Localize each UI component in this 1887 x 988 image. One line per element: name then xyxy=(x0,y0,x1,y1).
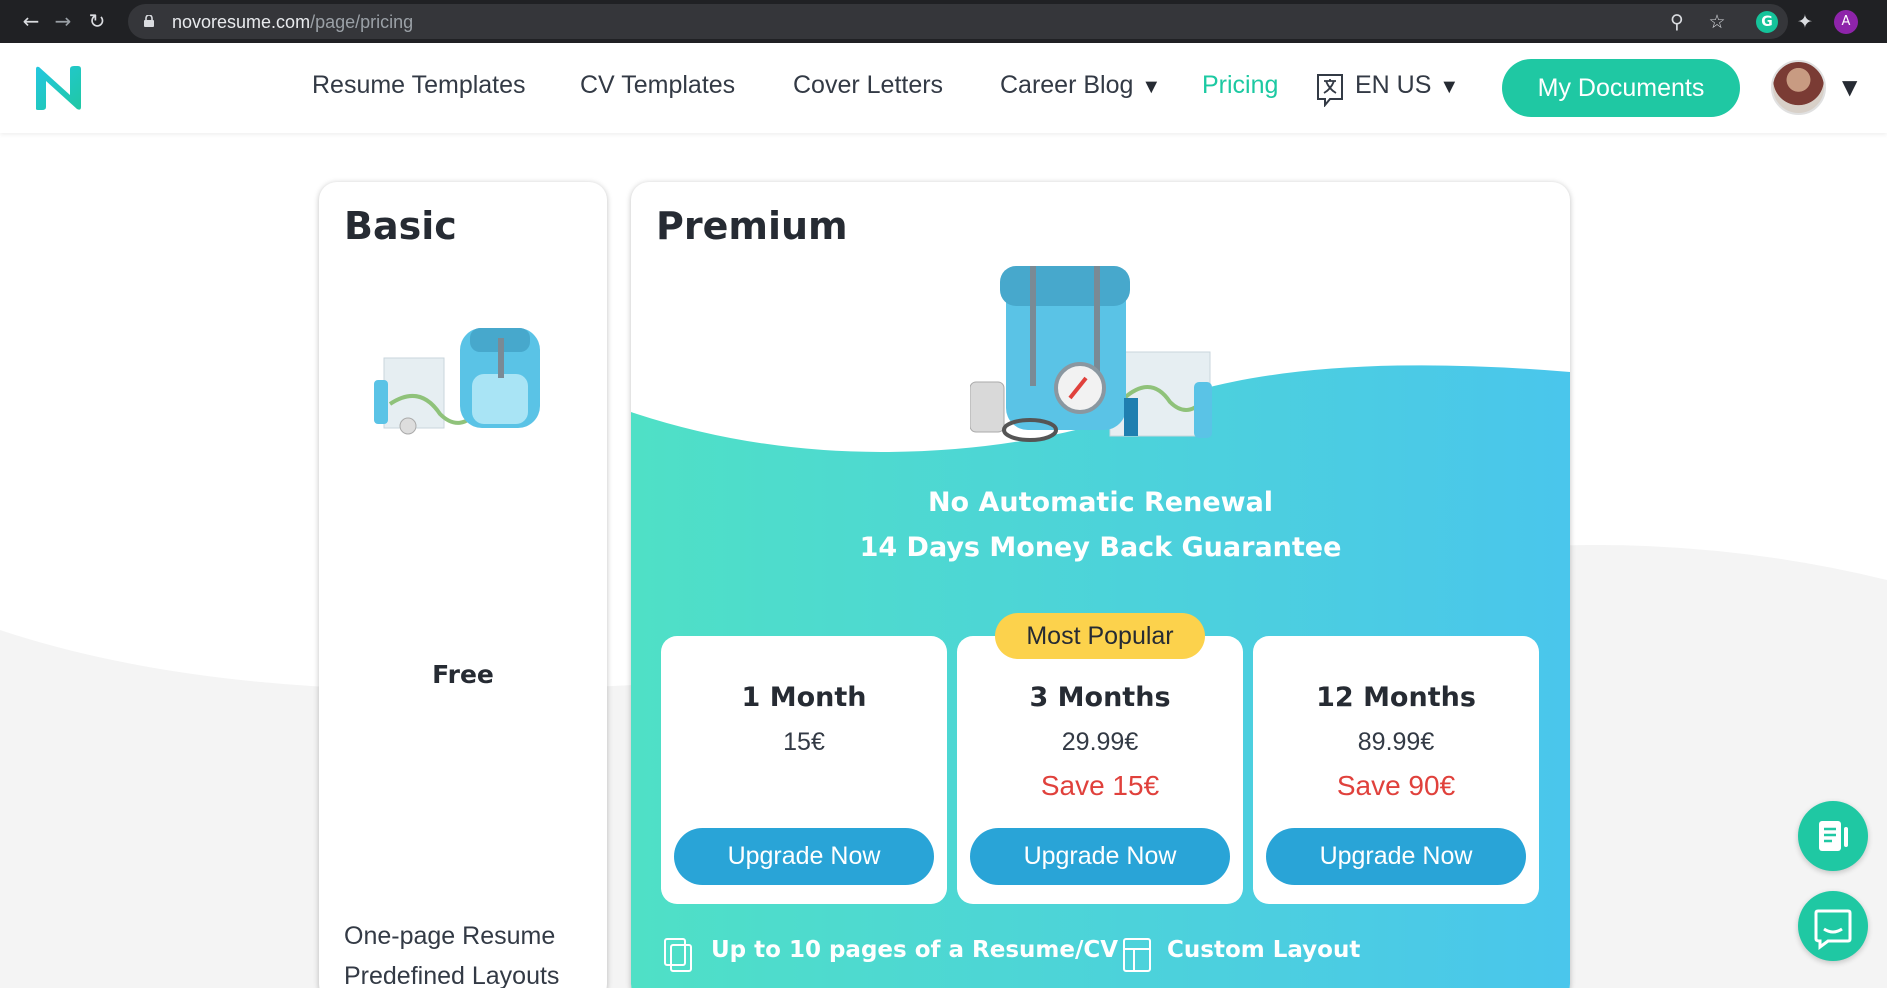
nav-career-blog[interactable]: Career Blog ▼ xyxy=(1000,71,1161,100)
address-bar[interactable]: novoresume.com/page/pricing xyxy=(128,4,1788,39)
zoom-icon[interactable]: ⚲ xyxy=(1664,9,1690,35)
caret-down-icon[interactable]: ▼ xyxy=(1842,75,1857,99)
document-float-button[interactable] xyxy=(1798,801,1868,871)
money-back-guarantee-text: 14 Days Money Back Guarantee xyxy=(859,532,1342,563)
basic-title: Basic xyxy=(344,204,457,248)
upgrade-now-button[interactable]: Upgrade Now xyxy=(970,828,1230,885)
novoresume-logo[interactable] xyxy=(34,65,82,111)
document-icon xyxy=(1819,821,1848,851)
plan-name: 12 Months xyxy=(1316,682,1476,713)
profile-icon[interactable]: A xyxy=(1834,10,1858,34)
language-label: EN US xyxy=(1355,71,1432,99)
plan-price: 15€ xyxy=(783,728,825,756)
plan-name: 3 Months xyxy=(1029,682,1171,713)
chat-icon xyxy=(1814,909,1852,950)
plan-price: 89.99€ xyxy=(1357,728,1435,756)
premium-feature: Custom Layout xyxy=(1167,937,1361,963)
avatar[interactable] xyxy=(1771,60,1826,115)
plan-card-12-months: 12 Months 89.99€ Save 90€ Upgrade Now xyxy=(1253,636,1539,904)
url-text: novoresume.com/page/pricing xyxy=(172,12,414,32)
pages-icon xyxy=(664,938,692,972)
nav-pricing[interactable]: Pricing xyxy=(1202,71,1278,100)
plan-card-1-month: 1 Month 15€ Upgrade Now xyxy=(661,636,947,904)
no-auto-renewal-text: No Automatic Renewal xyxy=(927,487,1274,518)
premium-feature: Up to 10 pages of a Resume/CV xyxy=(711,937,1119,963)
translate-icon[interactable] xyxy=(1316,73,1344,107)
basic-price: Free xyxy=(432,660,494,689)
upgrade-now-button[interactable]: Upgrade Now xyxy=(674,828,934,885)
plan-savings: Save 90€ xyxy=(1336,770,1456,801)
site-header: Resume Templates CV Templates Cover Lett… xyxy=(0,43,1887,133)
nav-cover-letters[interactable]: Cover Letters xyxy=(793,71,943,100)
browser-toolbar: ← → ↻ novoresume.com/page/pricing ⚲ ☆ G … xyxy=(0,0,1887,43)
my-documents-button[interactable]: My Documents xyxy=(1502,59,1740,117)
caret-down-icon: ▼ xyxy=(1439,76,1460,98)
most-popular-badge: Most Popular xyxy=(995,613,1205,659)
basic-feature: One-page Resume xyxy=(344,922,556,950)
premium-plan-card: Premium No Automatic Renewal 14 Days Mon… xyxy=(631,182,1570,988)
lock-icon xyxy=(144,15,154,27)
chat-float-button[interactable] xyxy=(1798,891,1868,961)
layout-icon xyxy=(1123,938,1151,972)
basic-feature: Predefined Layouts xyxy=(344,962,560,988)
language-selector[interactable]: EN US ▼ xyxy=(1355,71,1459,100)
upgrade-now-button[interactable]: Upgrade Now xyxy=(1266,828,1526,885)
nav-resume-templates[interactable]: Resume Templates xyxy=(312,71,526,100)
basic-plan-card: Basic Free One-page Resume Predefined La… xyxy=(319,182,607,988)
plan-card-3-months: 3 Months 29.99€ Save 15€ Upgrade Now xyxy=(957,636,1243,904)
plan-savings: Save 15€ xyxy=(1040,770,1160,801)
star-icon[interactable]: ☆ xyxy=(1704,9,1730,35)
plan-price: 29.99€ xyxy=(1061,728,1139,756)
forward-arrow-icon[interactable]: → xyxy=(50,8,76,34)
nav-career-blog-label: Career Blog xyxy=(1000,71,1134,99)
caret-down-icon: ▼ xyxy=(1141,76,1162,98)
extensions-icon[interactable]: ✦ xyxy=(1792,9,1818,35)
nav-cv-templates[interactable]: CV Templates xyxy=(580,71,735,100)
back-arrow-icon[interactable]: ← xyxy=(18,8,44,34)
premium-title: Premium xyxy=(656,204,848,248)
backpack-illustration xyxy=(374,328,540,435)
reload-icon[interactable]: ↻ xyxy=(84,8,110,34)
plan-name: 1 Month xyxy=(741,682,867,713)
grammarly-icon[interactable]: G xyxy=(1756,11,1778,33)
premium-backpack-illustration xyxy=(970,266,1212,442)
